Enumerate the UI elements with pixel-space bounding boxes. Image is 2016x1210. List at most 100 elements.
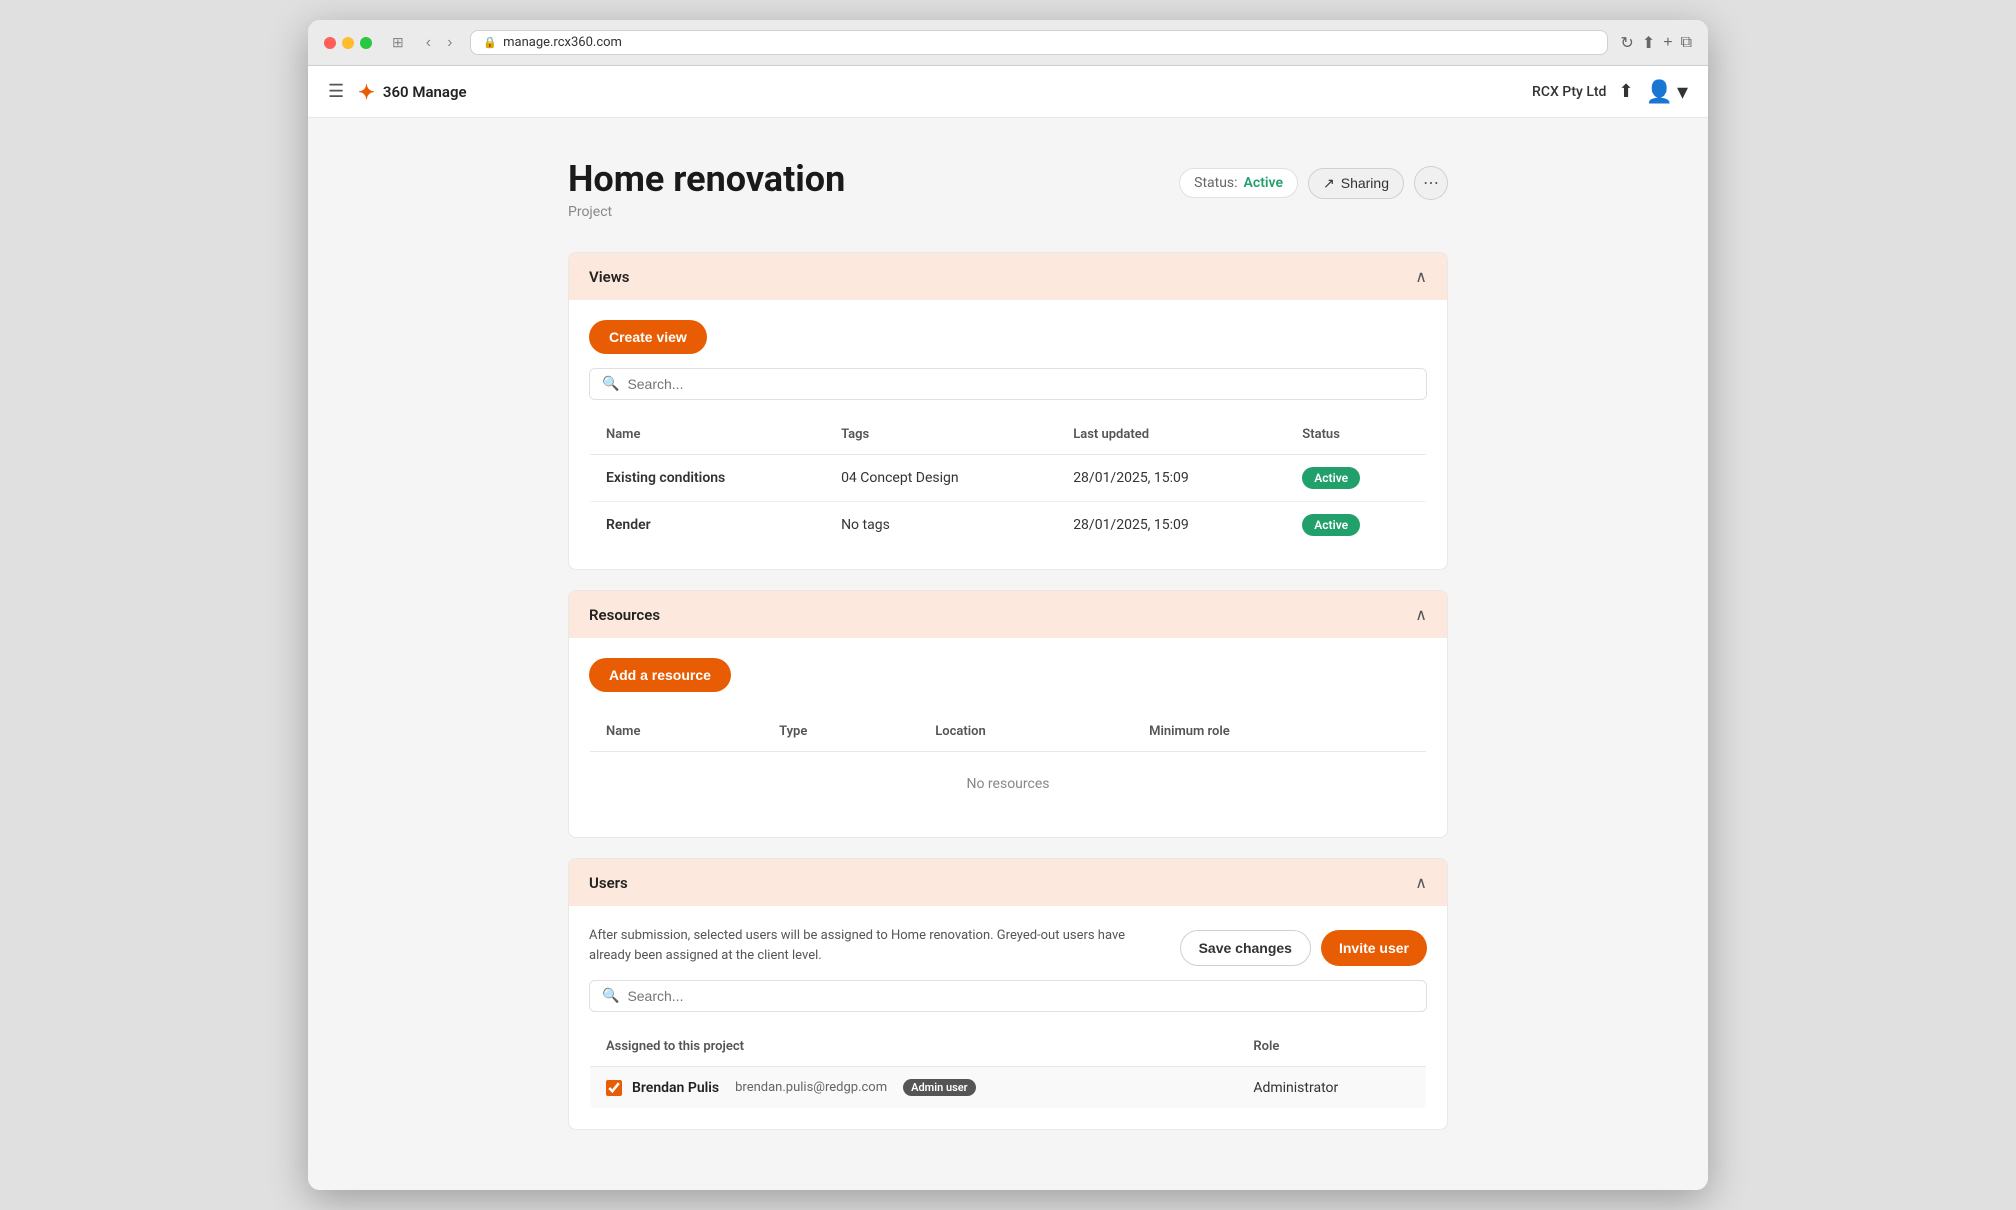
user-checkbox[interactable] bbox=[606, 1080, 622, 1096]
users-search-box: 🔍 bbox=[589, 980, 1427, 1012]
status-badge: Status: Active bbox=[1179, 168, 1298, 198]
resources-empty-row: No resources bbox=[590, 752, 1427, 817]
views-search-input[interactable] bbox=[627, 376, 1414, 392]
users-table-header-row: Assigned to this project Role bbox=[590, 1027, 1427, 1067]
tab-layout-button[interactable]: ⊞ bbox=[388, 32, 408, 53]
resources-col-type: Type bbox=[763, 712, 919, 752]
avatar-icon: 👤 bbox=[1646, 79, 1673, 105]
views-section: Views ∧ Create view 🔍 Name Tags Last upd… bbox=[568, 252, 1448, 570]
table-row: Render No tags 28/01/2025, 15:09 Active bbox=[590, 502, 1427, 549]
resources-col-location: Location bbox=[919, 712, 1133, 752]
project-title-section: Home renovation Project bbox=[568, 158, 845, 220]
user-name-cell: Brendan Pulis brendan.pulis@redgp.com Ad… bbox=[590, 1067, 1238, 1109]
traffic-lights bbox=[324, 37, 372, 49]
lock-icon: 🔒 bbox=[483, 36, 497, 49]
users-search-icon: 🔍 bbox=[602, 988, 619, 1004]
avatar-button[interactable]: 👤 ▾ bbox=[1646, 79, 1688, 105]
main-content: Home renovation Project Status: Active ↗… bbox=[308, 118, 1708, 1190]
resources-table-header-row: Name Type Location Minimum role bbox=[590, 712, 1427, 752]
new-tab-button[interactable]: + bbox=[1663, 33, 1672, 53]
views-col-updated: Last updated bbox=[1057, 415, 1286, 455]
browser-controls: ⊞ bbox=[388, 32, 408, 53]
user-role: Administrator bbox=[1237, 1067, 1426, 1109]
back-button[interactable]: ‹ bbox=[420, 32, 437, 54]
company-name: RCX Pty Ltd bbox=[1532, 84, 1606, 100]
address-bar[interactable]: 🔒 manage.rcx360.com bbox=[470, 30, 1608, 55]
views-col-tags: Tags bbox=[825, 415, 1057, 455]
sharing-button[interactable]: ↗ Sharing bbox=[1308, 168, 1404, 199]
users-section-header[interactable]: Users ∧ bbox=[569, 859, 1447, 906]
views-table-header-row: Name Tags Last updated Status bbox=[590, 415, 1427, 455]
hamburger-icon[interactable]: ☰ bbox=[328, 81, 344, 102]
views-col-name: Name bbox=[590, 415, 826, 455]
forward-button[interactable]: › bbox=[441, 32, 458, 54]
resources-col-role: Minimum role bbox=[1133, 712, 1426, 752]
url-text: manage.rcx360.com bbox=[503, 35, 622, 50]
view-updated: 28/01/2025, 15:09 bbox=[1057, 455, 1286, 502]
browser-nav: ‹ › bbox=[420, 32, 459, 54]
resources-section-header[interactable]: Resources ∧ bbox=[569, 591, 1447, 638]
navbar-right: RCX Pty Ltd ⬆ 👤 ▾ bbox=[1532, 79, 1688, 105]
resources-title: Resources bbox=[589, 606, 660, 624]
navbar-left: ☰ ✦ 360 Manage bbox=[328, 80, 467, 104]
users-buttons: Save changes Invite user bbox=[1180, 930, 1427, 966]
views-title: Views bbox=[589, 268, 630, 286]
split-view-button[interactable]: ⧉ bbox=[1681, 33, 1692, 53]
view-status: Active bbox=[1286, 455, 1426, 502]
users-search-input[interactable] bbox=[627, 988, 1414, 1004]
table-row: Existing conditions 04 Concept Design 28… bbox=[590, 455, 1427, 502]
create-view-button[interactable]: Create view bbox=[589, 320, 707, 354]
browser-actions: ↻ ⬆ + ⧉ bbox=[1620, 33, 1692, 53]
save-changes-button[interactable]: Save changes bbox=[1180, 930, 1311, 966]
users-col-role: Role bbox=[1237, 1027, 1426, 1067]
view-name: Render bbox=[590, 502, 826, 549]
status-label: Status: bbox=[1194, 175, 1237, 191]
users-col-assigned: Assigned to this project bbox=[590, 1027, 1238, 1067]
resources-table: Name Type Location Minimum role No resou… bbox=[589, 711, 1427, 817]
admin-badge: Admin user bbox=[903, 1079, 976, 1096]
resources-col-name: Name bbox=[590, 712, 764, 752]
views-search-icon: 🔍 bbox=[602, 376, 619, 392]
views-section-header[interactable]: Views ∧ bbox=[569, 253, 1447, 300]
project-actions: Status: Active ↗ Sharing ⋯ bbox=[1179, 166, 1448, 200]
maximize-button[interactable] bbox=[360, 37, 372, 49]
users-section-body: After submission, selected users will be… bbox=[569, 906, 1447, 1129]
resources-empty-label: No resources bbox=[590, 752, 1427, 817]
more-button[interactable]: ⋯ bbox=[1414, 166, 1448, 200]
resources-chevron-icon: ∧ bbox=[1415, 605, 1427, 624]
upload-button[interactable]: ⬆ bbox=[1618, 81, 1633, 102]
minimize-button[interactable] bbox=[342, 37, 354, 49]
project-title: Home renovation bbox=[568, 158, 845, 200]
reload-button[interactable]: ↻ bbox=[1620, 33, 1633, 53]
app-navbar: ☰ ✦ 360 Manage RCX Pty Ltd ⬆ 👤 ▾ bbox=[308, 66, 1708, 118]
project-subtitle: Project bbox=[568, 204, 845, 220]
user-email: brendan.pulis@redgp.com bbox=[735, 1080, 887, 1095]
views-chevron-icon: ∧ bbox=[1415, 267, 1427, 286]
close-button[interactable] bbox=[324, 37, 336, 49]
users-info-text: After submission, selected users will be… bbox=[589, 926, 1160, 965]
view-status: Active bbox=[1286, 502, 1426, 549]
resources-section-body: Add a resource Name Type Location Minimu… bbox=[569, 638, 1447, 837]
invite-user-button[interactable]: Invite user bbox=[1321, 930, 1427, 966]
views-col-status: Status bbox=[1286, 415, 1426, 455]
browser-window: ⊞ ‹ › 🔒 manage.rcx360.com ↻ ⬆ + ⧉ ☰ ✦ 36… bbox=[308, 20, 1708, 1190]
share-button[interactable]: ⬆ bbox=[1642, 33, 1655, 53]
users-table: Assigned to this project Role Brendan Pu… bbox=[589, 1026, 1427, 1109]
resources-section: Resources ∧ Add a resource Name Type Loc… bbox=[568, 590, 1448, 838]
view-tags: No tags bbox=[825, 502, 1057, 549]
view-tags: 04 Concept Design bbox=[825, 455, 1057, 502]
brand: ✦ 360 Manage bbox=[358, 80, 466, 104]
users-title: Users bbox=[589, 874, 628, 892]
brand-name: 360 Manage bbox=[383, 83, 467, 101]
users-chevron-icon: ∧ bbox=[1415, 873, 1427, 892]
brand-icon: ✦ bbox=[358, 80, 375, 104]
user-name: Brendan Pulis bbox=[632, 1080, 719, 1096]
table-row: Brendan Pulis brendan.pulis@redgp.com Ad… bbox=[590, 1067, 1427, 1109]
views-search-box: 🔍 bbox=[589, 368, 1427, 400]
browser-titlebar: ⊞ ‹ › 🔒 manage.rcx360.com ↻ ⬆ + ⧉ bbox=[308, 20, 1708, 66]
avatar-chevron: ▾ bbox=[1677, 79, 1688, 105]
project-header: Home renovation Project Status: Active ↗… bbox=[568, 158, 1448, 220]
views-section-body: Create view 🔍 Name Tags Last updated Sta… bbox=[569, 300, 1447, 569]
add-resource-button[interactable]: Add a resource bbox=[589, 658, 731, 692]
view-updated: 28/01/2025, 15:09 bbox=[1057, 502, 1286, 549]
